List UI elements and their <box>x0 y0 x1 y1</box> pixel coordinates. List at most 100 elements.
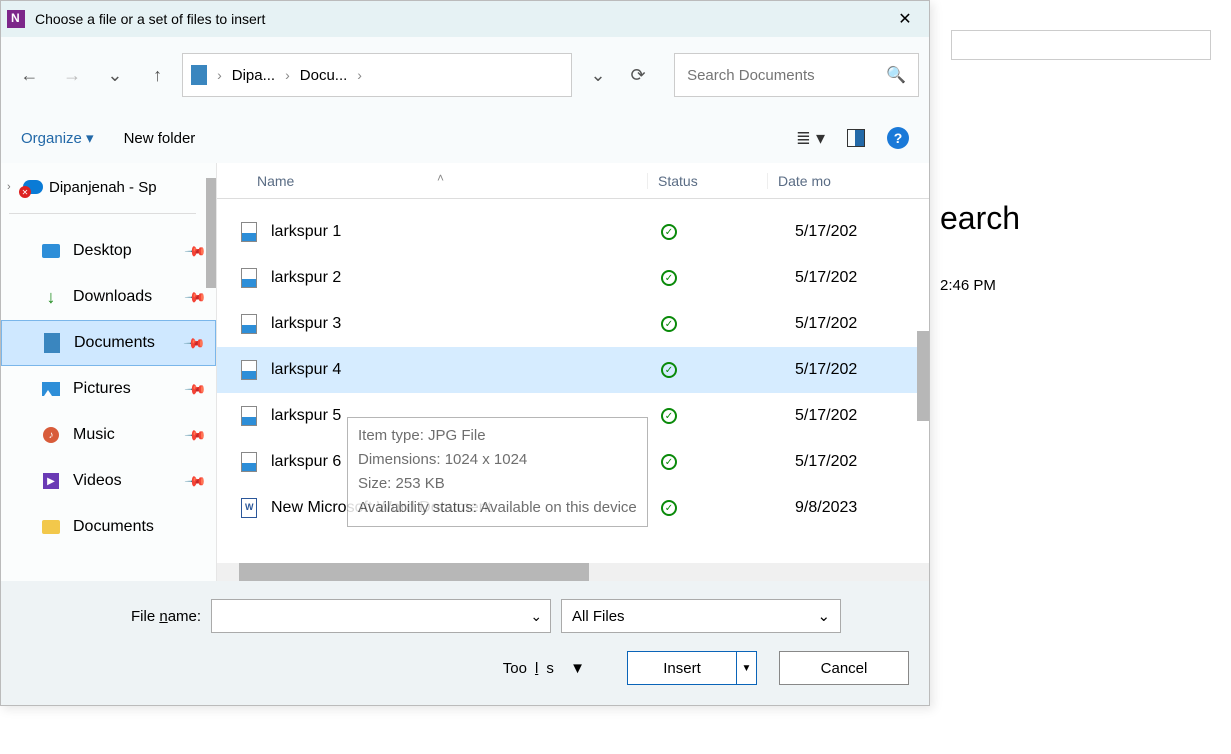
chevron-right-icon[interactable]: › <box>217 67 222 83</box>
chevron-right-icon[interactable]: › <box>357 67 362 83</box>
desktop-icon <box>42 244 60 258</box>
tree-onedrive[interactable]: › ✕ Dipanjenah - Sp <box>1 171 216 203</box>
pictures-icon <box>42 382 60 396</box>
pin-icon[interactable]: 📌 <box>182 331 206 355</box>
sidebar-item-label: Desktop <box>73 242 132 260</box>
sidebar-item-documents2[interactable]: Documents <box>1 504 216 550</box>
back-button[interactable]: ← <box>11 55 48 95</box>
file-date: 5/17/202 <box>795 361 929 379</box>
dialog-titlebar: Choose a file or a set of files to inser… <box>1 1 929 37</box>
insert-button[interactable]: Insert ▼ <box>627 651 757 685</box>
filename-label: File name: <box>131 608 201 625</box>
recent-dropdown[interactable]: ⌄ <box>97 55 134 95</box>
file-status-icon: ✓ <box>661 408 781 424</box>
sidebar-item-label: Pictures <box>73 380 131 398</box>
divider <box>9 213 196 214</box>
bg-heading: earch <box>940 200 1020 237</box>
folder-type-icon <box>191 65 207 85</box>
file-status-icon: ✓ <box>661 362 781 378</box>
nav-toolbar: ← → ⌄ ↑ › Dipa... › Docu... › ⌄ ⟳ 🔍 <box>1 37 929 113</box>
sidebar-item-label: Downloads <box>73 288 152 306</box>
sidebar-item-downloads[interactable]: ↓ Downloads 📌 <box>1 274 216 320</box>
cancel-button[interactable]: Cancel <box>779 651 909 685</box>
column-header-status[interactable]: Status <box>647 173 767 189</box>
pin-icon[interactable]: 📌 <box>183 469 207 493</box>
help-icon[interactable]: ? <box>887 127 909 149</box>
sidebar-item-label: Music <box>73 426 115 444</box>
insert-split-dropdown[interactable]: ▼ <box>736 652 756 684</box>
file-status-icon: ✓ <box>661 270 781 286</box>
search-icon[interactable]: 🔍 <box>886 65 906 85</box>
horizontal-scrollbar-thumb[interactable] <box>239 563 589 581</box>
music-icon: ♪ <box>43 427 59 443</box>
file-row[interactable]: larkspur 4 ✓ 5/17/202 <box>217 347 929 393</box>
sidebar-item-pictures[interactable]: Pictures 📌 <box>1 366 216 412</box>
pin-icon[interactable]: 📌 <box>183 285 207 309</box>
file-date: 5/17/202 <box>795 315 929 333</box>
pin-icon[interactable]: 📌 <box>183 239 207 263</box>
breadcrumb-item[interactable]: Docu... <box>300 67 348 84</box>
file-tooltip: Item type: JPG File Dimensions: 1024 x 1… <box>347 417 648 527</box>
file-open-dialog: Choose a file or a set of files to inser… <box>0 0 930 706</box>
videos-icon: ▶ <box>43 473 59 489</box>
bg-timestamp: 2:46 PM <box>940 277 996 294</box>
chevron-right-icon[interactable]: › <box>285 67 290 83</box>
forward-button[interactable]: → <box>54 55 91 95</box>
file-name: larkspur 4 <box>271 361 647 379</box>
chevron-down-icon[interactable]: ⌄ <box>530 608 542 625</box>
column-header-name[interactable]: Name ˄ <box>217 173 647 189</box>
downloads-icon: ↓ <box>41 289 61 305</box>
pin-icon[interactable]: 📌 <box>183 377 207 401</box>
filetype-select[interactable]: All Files ⌄ <box>561 599 841 633</box>
error-badge-icon: ✕ <box>19 186 31 198</box>
search-input[interactable] <box>687 67 886 84</box>
sidebar-item-videos[interactable]: ▶ Videos 📌 <box>1 458 216 504</box>
search-box[interactable]: 🔍 <box>674 53 919 97</box>
file-date: 5/17/202 <box>795 407 929 425</box>
tools-menu[interactable]: Tools ▼ <box>503 660 585 677</box>
sidebar-item-music[interactable]: ♪ Music 📌 <box>1 412 216 458</box>
file-row[interactable]: LXL_WT_Why Organizing Your Data Is Criti… <box>217 199 929 209</box>
bg-search-box[interactable] <box>951 30 1211 60</box>
breadcrumb-item[interactable]: Dipa... <box>232 67 275 84</box>
up-button[interactable]: ↑ <box>139 55 176 95</box>
new-folder-button[interactable]: New folder <box>124 130 196 147</box>
file-list-pane: Name ˄ Status Date mo LXL_WT_Why Organiz… <box>216 163 929 581</box>
sidebar-item-documents[interactable]: Documents 📌 <box>1 320 216 366</box>
breadcrumb[interactable]: › Dipa... › Docu... › <box>182 53 572 97</box>
organize-menu[interactable]: Organize ▾ <box>21 129 94 147</box>
sidebar-scrollbar-thumb[interactable] <box>206 178 216 288</box>
file-status-icon: ✓ <box>661 224 781 240</box>
file-date: 5/17/202 <box>795 453 929 471</box>
sidebar-item-label: Documents <box>73 518 154 536</box>
file-row[interactable]: larkspur 3 ✓ 5/17/202 <box>217 301 929 347</box>
file-type-icon <box>241 222 257 242</box>
onenote-icon <box>7 10 25 28</box>
horizontal-scrollbar[interactable] <box>217 563 929 581</box>
sort-indicator-icon: ˄ <box>437 171 444 185</box>
sidebar-item-label: Videos <box>73 472 122 490</box>
address-dropdown[interactable]: ⌄ <box>578 55 618 95</box>
filename-input[interactable]: ⌄ <box>211 599 551 633</box>
chevron-down-icon[interactable]: ⌄ <box>817 607 830 625</box>
file-name: larkspur 2 <box>271 269 647 287</box>
close-button[interactable]: ✕ <box>881 1 929 37</box>
column-header-date[interactable]: Date mo <box>767 173 929 189</box>
vertical-scrollbar-thumb[interactable] <box>917 331 929 421</box>
file-date: 5/17/202 <box>795 223 929 241</box>
file-type-icon <box>241 360 257 380</box>
view-menu-icon[interactable]: ≣ ▾ <box>796 128 825 149</box>
refresh-button[interactable]: ⟳ <box>618 55 658 95</box>
tree-label: Dipanjenah - Sp <box>49 179 157 196</box>
file-date: 9/8/2023 <box>795 499 929 517</box>
pin-icon[interactable]: 📌 <box>183 423 207 447</box>
onedrive-icon: ✕ <box>23 180 43 194</box>
preview-pane-icon[interactable] <box>847 129 865 147</box>
sidebar-item-desktop[interactable]: Desktop 📌 <box>1 228 216 274</box>
file-row[interactable]: larkspur 1 ✓ 5/17/202 <box>217 209 929 255</box>
expand-icon[interactable]: › <box>7 181 17 193</box>
file-status-icon: ✓ <box>661 500 781 516</box>
command-bar: Organize ▾ New folder ≣ ▾ ? <box>1 113 929 163</box>
dialog-body: › ✕ Dipanjenah - Sp Desktop 📌 ↓ Download… <box>1 163 929 581</box>
file-row[interactable]: larkspur 2 ✓ 5/17/202 <box>217 255 929 301</box>
